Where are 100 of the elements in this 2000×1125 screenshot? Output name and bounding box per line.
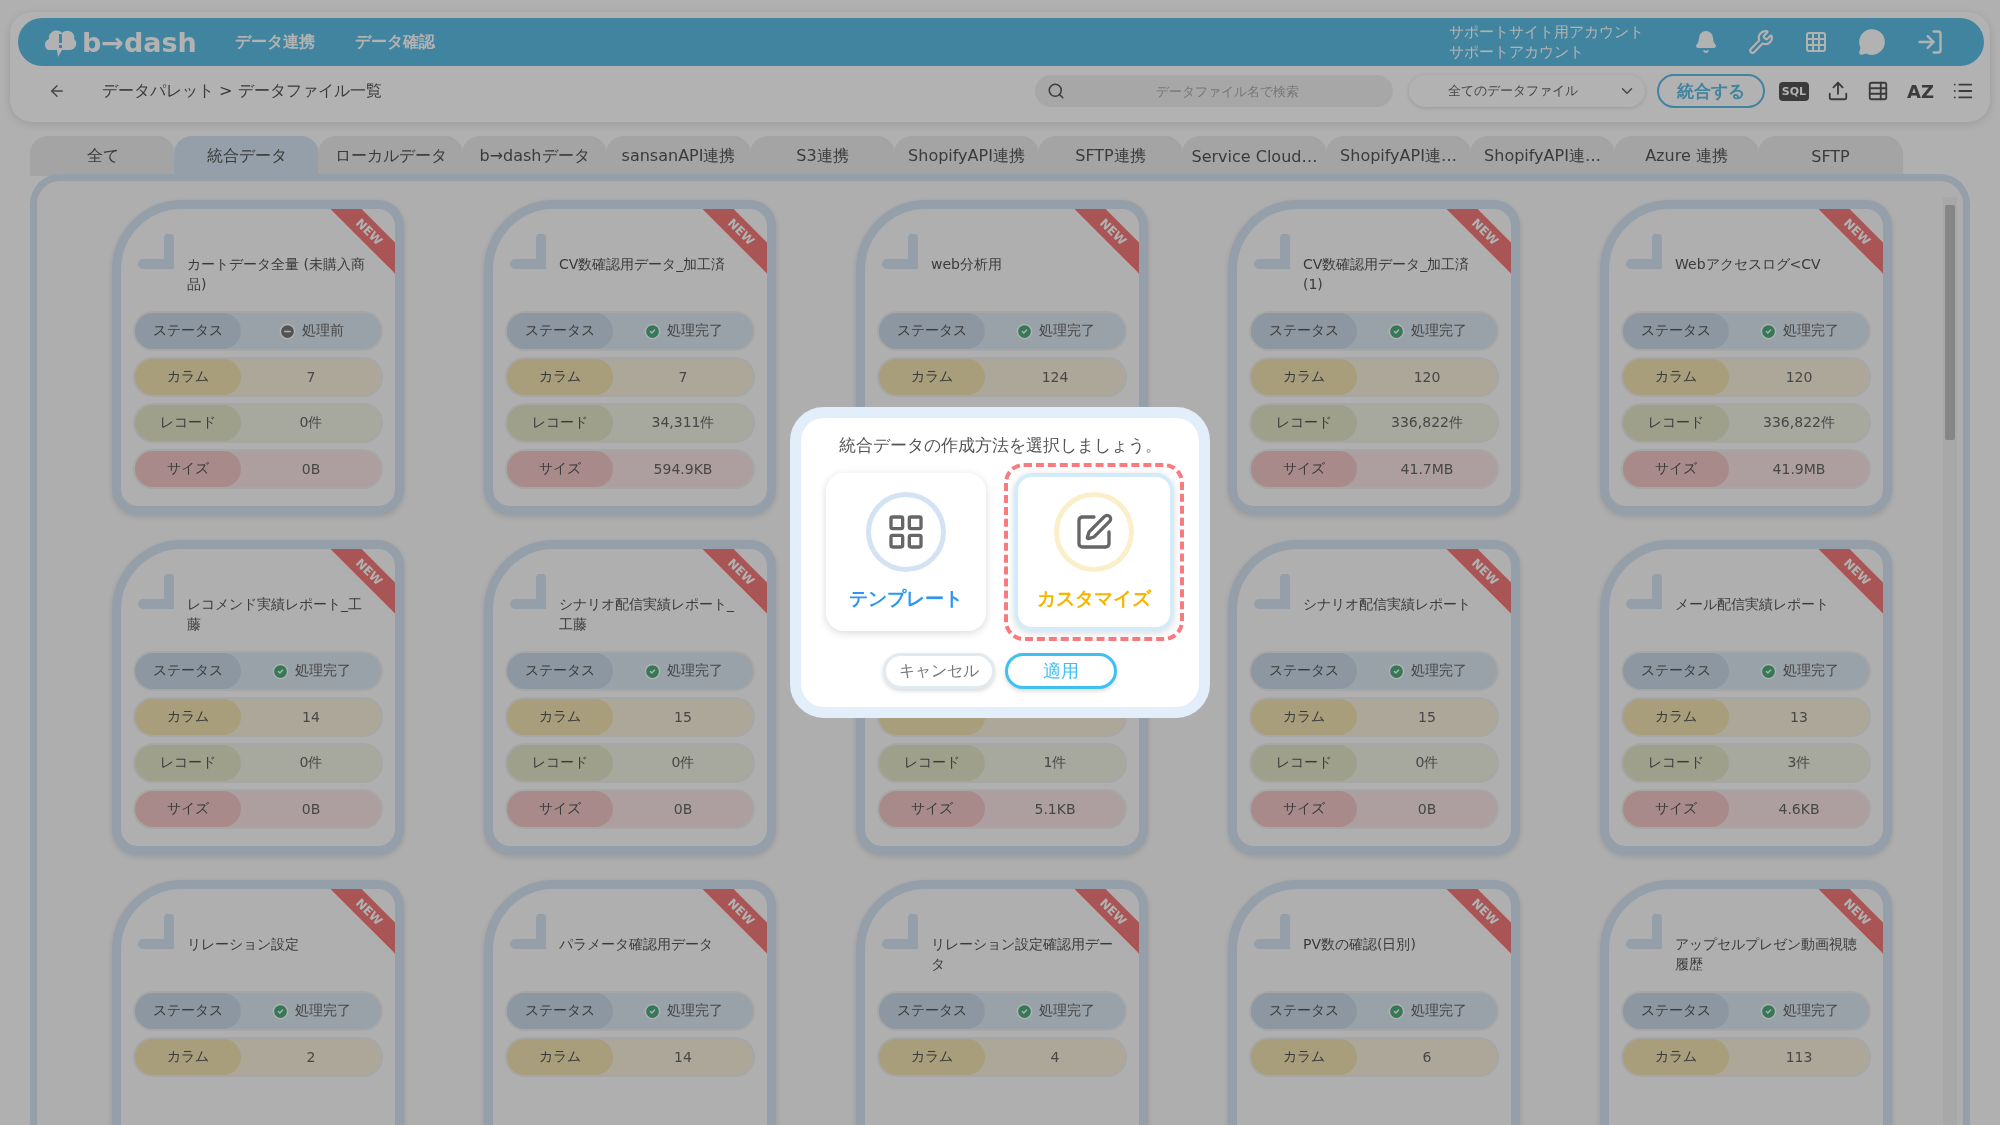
- account-name: サポートサイト用アカウント: [1449, 22, 1644, 42]
- info-label: サイズ: [507, 451, 613, 487]
- info-label: レコード: [507, 745, 613, 781]
- tab[interactable]: SFTP連携: [1038, 136, 1183, 176]
- method-option[interactable]: テンプレート: [826, 473, 986, 631]
- info-value: 15: [1417, 709, 1437, 725]
- info-label: カラム: [1623, 699, 1729, 735]
- info-label: ステータス: [879, 313, 985, 349]
- tab[interactable]: Azure 連携: [1614, 136, 1759, 176]
- info-value: 336,822件: [1390, 414, 1464, 432]
- info-value: 120: [1784, 369, 1814, 385]
- sql-icon[interactable]: SQL: [1778, 81, 1809, 101]
- sort-az-icon[interactable]: AZ: [1907, 80, 1934, 102]
- info-value: 41.7MB: [1399, 461, 1455, 477]
- info-value: 3件: [1786, 754, 1812, 772]
- info-value: 7: [305, 369, 317, 385]
- info-label: サイズ: [135, 451, 241, 487]
- info-label: ステータス: [135, 313, 241, 349]
- info-value: 336,822件: [1762, 414, 1836, 432]
- file-filter-dropdown[interactable]: 全てのデータファイル: [1408, 75, 1645, 107]
- tab[interactable]: 統合データ: [174, 136, 319, 176]
- info-value: 1件: [1042, 754, 1068, 772]
- info-label: レコード: [135, 745, 241, 781]
- info-label: レコード: [1251, 405, 1357, 441]
- info-value: 113: [1784, 1049, 1814, 1065]
- info-value: 5.1KB: [1033, 801, 1077, 817]
- info-value: 処理完了: [1729, 1002, 1869, 1020]
- info-value: 6: [1421, 1049, 1433, 1065]
- info-label: サイズ: [1623, 791, 1729, 827]
- info-value: 処理完了: [1357, 1002, 1497, 1020]
- info-value: 処理完了: [241, 662, 381, 680]
- cancel-button[interactable]: キャンセル: [883, 653, 995, 689]
- info-value: 14: [301, 709, 321, 725]
- info-label: カラム: [507, 359, 613, 395]
- info-value: 4.6KB: [1777, 801, 1821, 817]
- info-label: カラム: [1251, 1039, 1357, 1075]
- tab[interactable]: ShopifyAPI連…: [1470, 136, 1615, 176]
- info-value: 0件: [1414, 754, 1440, 772]
- info-label: ステータス: [507, 313, 613, 349]
- info-label: カラム: [1251, 359, 1357, 395]
- info-label: カラム: [1623, 359, 1729, 395]
- info-value: 2: [305, 1049, 317, 1065]
- info-label: サイズ: [879, 791, 985, 827]
- tab[interactable]: sansanAPI連携: [606, 136, 751, 176]
- info-value: 処理完了: [613, 322, 753, 340]
- info-value: 処理完了: [613, 1002, 753, 1020]
- info-value: 0B: [672, 801, 694, 817]
- tab[interactable]: ローカルデータ: [318, 136, 463, 176]
- info-value: 処理完了: [613, 662, 753, 680]
- info-label: カラム: [135, 699, 241, 735]
- info-value: 4: [1049, 1049, 1061, 1065]
- tab[interactable]: b→dashデータ: [462, 136, 607, 176]
- info-value: 594.9KB: [652, 461, 714, 477]
- info-label: サイズ: [135, 791, 241, 827]
- info-value: 0B: [300, 801, 322, 817]
- info-label: カラム: [879, 359, 985, 395]
- tab[interactable]: ShopifyAPI連携: [894, 136, 1039, 176]
- info-value: 0件: [670, 754, 696, 772]
- tab[interactable]: S3連携: [750, 136, 895, 176]
- info-label: ステータス: [507, 653, 613, 689]
- info-label: カラム: [135, 359, 241, 395]
- info-label: レコード: [1251, 745, 1357, 781]
- info-label: レコード: [1623, 405, 1729, 441]
- info-value: 処理完了: [985, 1002, 1125, 1020]
- info-value: 124: [1040, 369, 1070, 385]
- info-label: ステータス: [507, 993, 613, 1029]
- info-label: サイズ: [1623, 451, 1729, 487]
- tab[interactable]: 全て: [30, 136, 175, 176]
- info-label: レコード: [507, 405, 613, 441]
- info-label: カラム: [507, 699, 613, 735]
- info-value: 処理完了: [985, 322, 1125, 340]
- info-label: ステータス: [1251, 313, 1357, 349]
- breadcrumb: データパレット > データファイル一覧: [102, 80, 382, 102]
- info-label: ステータス: [135, 993, 241, 1029]
- info-label: ステータス: [879, 993, 985, 1029]
- info-value: 15: [673, 709, 693, 725]
- info-label: ステータス: [135, 653, 241, 689]
- info-label: レコード: [879, 745, 985, 781]
- info-value: 処理完了: [1729, 662, 1869, 680]
- info-label: ステータス: [1623, 313, 1729, 349]
- tab[interactable]: SFTP: [1758, 136, 1903, 176]
- info-value: 0件: [298, 414, 324, 432]
- tab[interactable]: Service Cloud…: [1182, 136, 1327, 176]
- info-value: 14: [673, 1049, 693, 1065]
- logo-text: b→dash: [82, 26, 197, 58]
- tab[interactable]: ShopifyAPI連…: [1326, 136, 1471, 176]
- info-label: カラム: [507, 1039, 613, 1075]
- info-value: 34,311件: [650, 414, 716, 432]
- info-label: サイズ: [1251, 451, 1357, 487]
- info-value: 7: [677, 369, 689, 385]
- info-label: サイズ: [1251, 791, 1357, 827]
- info-value: 処理完了: [1729, 322, 1869, 340]
- info-value: 41.9MB: [1771, 461, 1827, 477]
- info-value: 0B: [1416, 801, 1438, 817]
- info-value: 0B: [300, 461, 322, 477]
- info-value: 0件: [298, 754, 324, 772]
- info-label: ステータス: [1623, 993, 1729, 1029]
- account-name: サポートアカウント: [1449, 42, 1585, 62]
- info-label: サイズ: [507, 791, 613, 827]
- info-label: ステータス: [1251, 653, 1357, 689]
